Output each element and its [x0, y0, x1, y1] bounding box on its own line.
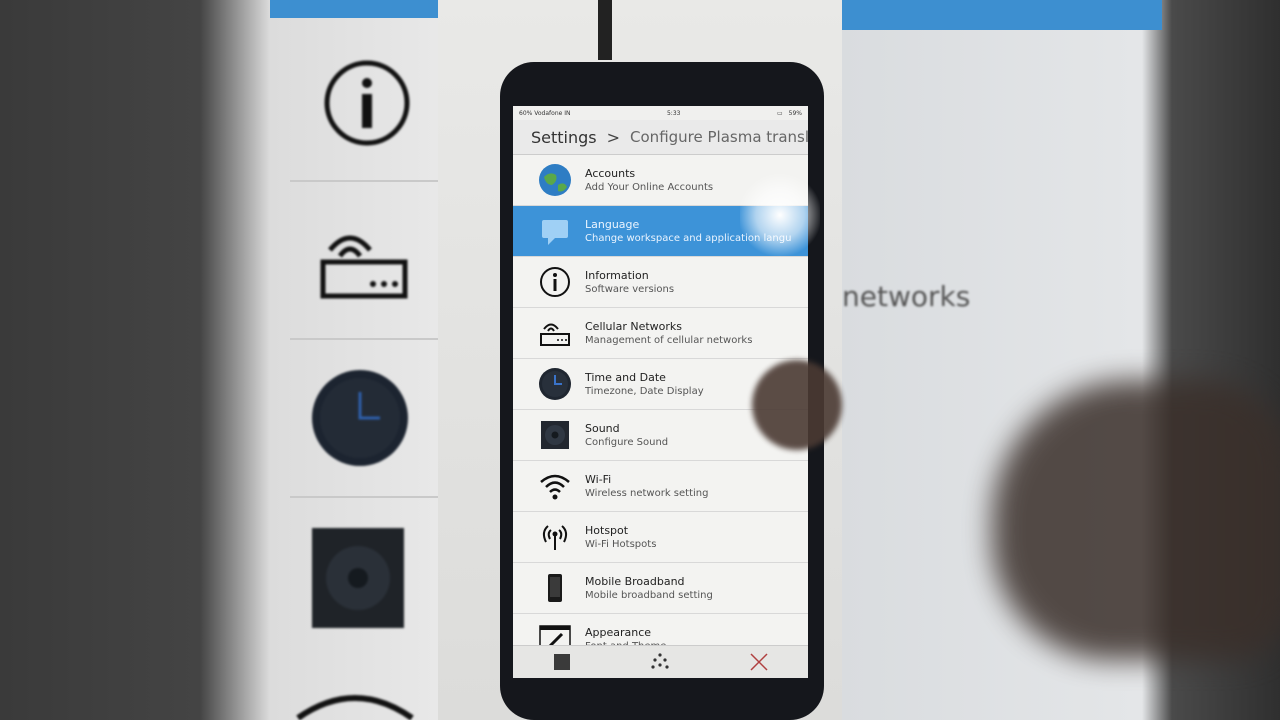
- left-blurred-panel: [0, 0, 438, 720]
- hotspot-icon: [537, 519, 573, 555]
- item-title: Appearance: [585, 626, 652, 639]
- close-icon: [750, 653, 768, 671]
- item-title: Wi-Fi: [585, 473, 612, 486]
- right-header-bar: [842, 0, 1162, 30]
- router-icon: [320, 235, 408, 299]
- item-subtitle: Timezone, Date Display: [585, 386, 704, 397]
- router-icon: [537, 315, 573, 351]
- navigation-bar: [513, 645, 808, 678]
- left-header-bar: [270, 0, 438, 18]
- settings-item-hotspot[interactable]: Hotspot Wi-Fi Hotspots: [513, 512, 808, 563]
- finger: [752, 360, 842, 450]
- item-subtitle: Management of cellular networks: [585, 335, 753, 346]
- speaker-icon: [537, 417, 573, 453]
- item-subtitle: Add Your Online Accounts: [585, 182, 714, 193]
- breadcrumb: Settings > Configure Plasma transla: [513, 120, 808, 155]
- speech-bubble-icon: [537, 213, 573, 249]
- settings-item-cellular-networks[interactable]: Cellular Networks Management of cellular …: [513, 308, 808, 359]
- battery-level: 59%: [788, 109, 802, 117]
- settings-item-mobile-broadband[interactable]: Mobile Broadband Mobile broadband setting: [513, 563, 808, 614]
- status-time: 5:33: [666, 109, 681, 117]
- divider: [290, 496, 438, 498]
- divider: [290, 338, 438, 340]
- settings-item-wifi[interactable]: Wi-Fi Wireless network setting: [513, 461, 808, 512]
- info-icon: [324, 60, 410, 146]
- home-button[interactable]: [646, 650, 674, 674]
- settings-item-information[interactable]: Information Software versions: [513, 257, 808, 308]
- speaker-icon: [312, 528, 404, 628]
- breadcrumb-current: Configure Plasma transla: [630, 128, 808, 146]
- item-subtitle: Wi-Fi Hotspots: [585, 539, 657, 550]
- antenna-cable: [598, 0, 612, 60]
- item-title: Cellular Networks: [585, 320, 683, 333]
- carrier-signal: 60% Vodafone IN: [519, 109, 571, 117]
- item-title: Information: [585, 269, 649, 282]
- info-icon: [537, 264, 573, 300]
- item-title: Hotspot: [585, 524, 629, 537]
- square-icon: [554, 654, 571, 670]
- home-dots-icon: [651, 653, 670, 669]
- right-blurred-panel: networks: [842, 0, 1280, 720]
- task-switcher-button[interactable]: [548, 650, 576, 674]
- phone-icon: [537, 570, 573, 606]
- divider: [290, 180, 438, 182]
- item-title: Time and Date: [585, 371, 666, 384]
- status-bar: 60% Vodafone IN 5:33 ▭ 59%: [513, 106, 808, 120]
- breadcrumb-settings[interactable]: Settings: [531, 128, 597, 147]
- item-subtitle: Wireless network setting: [585, 488, 709, 499]
- screen-glare: [740, 170, 820, 260]
- networks-partial-text: networks: [842, 280, 971, 313]
- clock-icon: [312, 370, 408, 466]
- item-title: Accounts: [585, 167, 636, 180]
- close-button[interactable]: [745, 650, 773, 674]
- item-title: Mobile Broadband: [585, 575, 685, 588]
- globe-icon: [537, 162, 573, 198]
- item-subtitle: Configure Sound: [585, 437, 669, 448]
- battery-icon: ▭: [776, 109, 783, 117]
- clock-icon: [537, 366, 573, 402]
- wifi-icon: [296, 695, 414, 720]
- item-subtitle: Mobile broadband setting: [585, 590, 713, 601]
- item-subtitle: Software versions: [585, 284, 675, 295]
- item-title: Sound: [585, 422, 620, 435]
- hand-shadow: [992, 380, 1280, 660]
- wifi-icon: [537, 468, 573, 504]
- chevron-right-icon: >: [606, 127, 621, 147]
